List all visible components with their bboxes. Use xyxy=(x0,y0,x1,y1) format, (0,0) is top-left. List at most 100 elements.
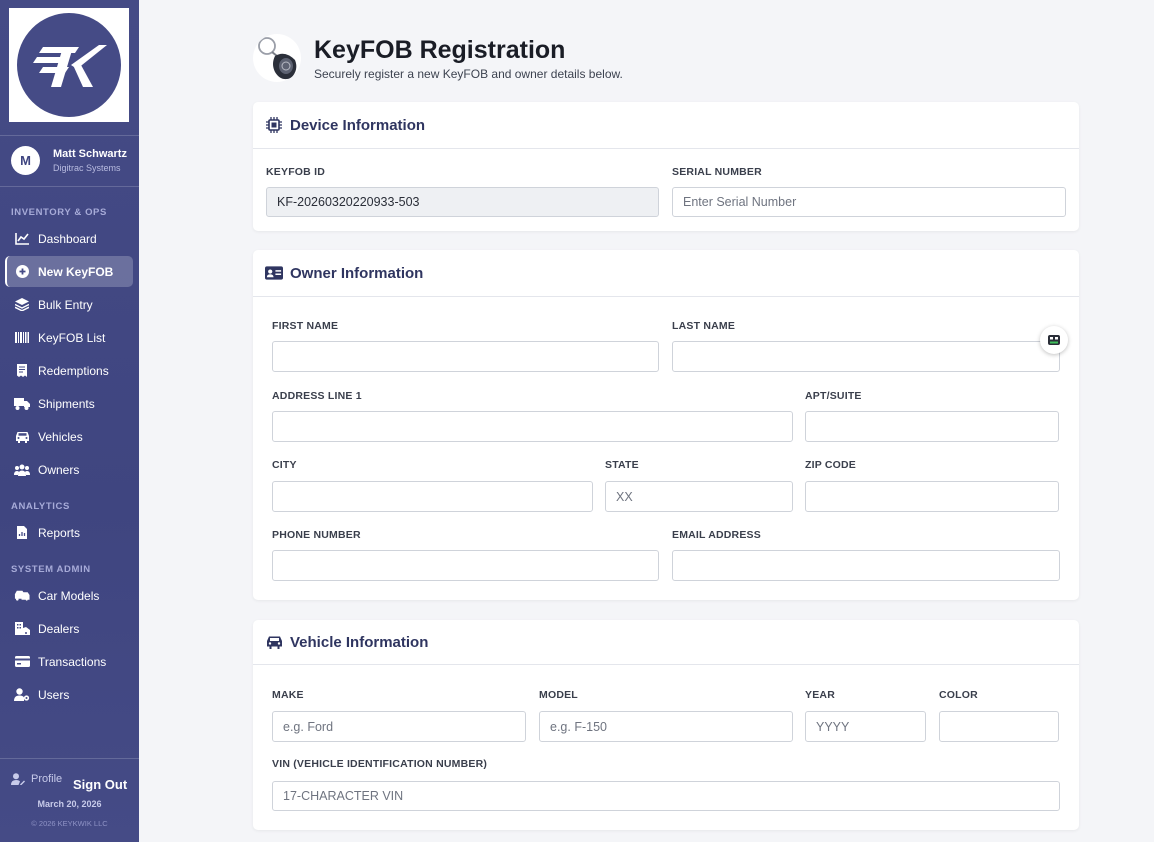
sidebar-item-label: Dashboard xyxy=(38,231,97,246)
vehicle-information-card: Vehicle Information MAKE MODEL YEAR COLO… xyxy=(253,620,1079,830)
keyfob-icon xyxy=(253,34,301,82)
truck-icon xyxy=(14,396,30,412)
profile-link[interactable]: Profile xyxy=(11,773,62,785)
apt-suite-input[interactable] xyxy=(805,411,1059,442)
last-name-input[interactable] xyxy=(672,341,1060,372)
sidebar-item-dealers[interactable]: Dealers xyxy=(5,613,133,644)
receipt-icon xyxy=(14,363,30,379)
color-input[interactable] xyxy=(939,711,1059,742)
sidebar-item-new-keyfob[interactable]: New KeyFOB xyxy=(5,256,133,287)
sidebar-item-owners[interactable]: Owners xyxy=(5,454,133,485)
sidebar-item-label: Bulk Entry xyxy=(38,297,93,312)
sidebar-item-car-models[interactable]: Car Models xyxy=(5,580,133,611)
car-icon xyxy=(14,429,30,445)
first-name-input[interactable] xyxy=(272,341,659,372)
divider xyxy=(0,758,139,759)
sidebar-item-users[interactable]: Users xyxy=(5,679,133,710)
current-date: March 20, 2026 xyxy=(37,799,102,809)
phone-number-input[interactable] xyxy=(272,550,659,581)
model-input[interactable] xyxy=(539,711,793,742)
car-icon xyxy=(265,633,283,651)
apt-suite-label: APT/SUITE xyxy=(805,390,862,402)
card-title: Device Information xyxy=(290,116,426,134)
email-address-label: EMAIL ADDRESS xyxy=(672,529,761,541)
sidebar-item-shipments[interactable]: Shipments xyxy=(5,388,133,419)
device-information-card: Device Information KEYFOB ID SERIAL NUMB… xyxy=(253,102,1079,231)
user-profile[interactable]: M Matt Schwartz Digitrac Systems xyxy=(11,146,127,175)
sidebar-item-redemptions[interactable]: Redemptions xyxy=(5,355,133,386)
sidebar-item-label: Dealers xyxy=(38,621,80,636)
autofill-helper-button[interactable] xyxy=(1040,326,1068,354)
sidebar-item-label: New KeyFOB xyxy=(38,264,114,279)
model-label: MODEL xyxy=(539,689,578,701)
profile-label: Profile xyxy=(31,773,63,785)
section-title-system-admin: SYSTEM ADMIN xyxy=(11,564,91,575)
sidebar-item-label: Car Models xyxy=(38,588,100,603)
credit-card-icon xyxy=(14,654,30,670)
zip-code-label: ZIP CODE xyxy=(805,459,856,471)
sidebar-item-keyfob-list[interactable]: KeyFOB List xyxy=(5,322,133,353)
sidebar-item-label: Vehicles xyxy=(38,429,83,444)
avatar: M xyxy=(11,146,40,175)
email-address-input[interactable] xyxy=(672,550,1060,581)
make-input[interactable] xyxy=(272,711,526,742)
phone-number-label: PHONE NUMBER xyxy=(272,529,361,541)
sidebar: M Matt Schwartz Digitrac Systems INVENTO… xyxy=(0,0,139,842)
address-line-1-input[interactable] xyxy=(272,411,793,442)
plus-circle-icon xyxy=(14,264,30,280)
section-title-inventory: INVENTORY & OPS xyxy=(11,207,107,218)
user-gear-icon xyxy=(14,687,30,703)
address-line-1-label: ADDRESS LINE 1 xyxy=(272,390,362,402)
serial-number-label: SERIAL NUMBER xyxy=(672,166,762,178)
divider xyxy=(0,186,139,187)
robot-icon xyxy=(1047,333,1061,347)
sidebar-item-label: Users xyxy=(38,687,70,702)
sidebar-item-label: Owners xyxy=(38,462,80,477)
chart-line-icon xyxy=(14,231,30,247)
user-name: Matt Schwartz xyxy=(53,148,127,160)
sidebar-item-reports[interactable]: Reports xyxy=(5,517,133,548)
city-input[interactable] xyxy=(272,481,593,512)
sidebar-item-transactions[interactable]: Transactions xyxy=(5,646,133,677)
vin-input[interactable] xyxy=(272,781,1060,811)
year-input[interactable] xyxy=(805,711,926,742)
file-chart-icon xyxy=(14,525,30,541)
user-org: Digitrac Systems xyxy=(53,163,121,173)
microchip-icon xyxy=(265,116,283,134)
zip-code-input[interactable] xyxy=(805,481,1059,512)
year-label: YEAR xyxy=(805,689,835,701)
city-label: CITY xyxy=(272,459,297,471)
sidebar-item-label: KeyFOB List xyxy=(38,330,106,345)
users-icon xyxy=(14,462,30,478)
vin-label: VIN (VEHICLE IDENTIFICATION NUMBER) xyxy=(272,758,488,770)
owner-information-card: Owner Information FIRST NAME LAST NAME A… xyxy=(253,250,1079,600)
keyfob-id-label: KEYFOB ID xyxy=(266,166,325,178)
serial-number-input[interactable] xyxy=(672,187,1066,217)
make-label: MAKE xyxy=(272,689,304,701)
sign-out-button[interactable]: Sign Out xyxy=(73,777,127,792)
state-input[interactable] xyxy=(605,481,793,512)
sidebar-item-bulk-entry[interactable]: Bulk Entry xyxy=(5,289,133,320)
id-card-icon xyxy=(265,264,283,282)
first-name-label: FIRST NAME xyxy=(272,320,339,332)
sidebar-item-vehicles[interactable]: Vehicles xyxy=(5,421,133,452)
logo-k-icon xyxy=(17,13,121,117)
divider xyxy=(0,135,139,136)
keyfob-id-field[interactable] xyxy=(266,187,659,217)
color-label: COLOR xyxy=(939,689,978,701)
building-icon xyxy=(14,621,30,637)
copyright: © 2026 KEYKWIK LLC xyxy=(31,819,108,828)
cars-icon xyxy=(14,588,30,604)
user-edit-icon xyxy=(11,773,25,785)
card-title: Vehicle Information xyxy=(290,633,429,651)
page-title: KeyFOB Registration xyxy=(314,36,566,64)
sidebar-item-label: Shipments xyxy=(38,396,95,411)
sidebar-item-dashboard[interactable]: Dashboard xyxy=(5,223,133,254)
page-subtitle: Securely register a new KeyFOB and owner… xyxy=(314,67,623,81)
logo[interactable] xyxy=(9,8,129,122)
last-name-label: LAST NAME xyxy=(672,320,736,332)
section-title-analytics: ANALYTICS xyxy=(11,501,70,512)
sidebar-item-label: Redemptions xyxy=(38,363,109,378)
layers-icon xyxy=(14,297,30,313)
barcode-icon xyxy=(14,330,30,346)
